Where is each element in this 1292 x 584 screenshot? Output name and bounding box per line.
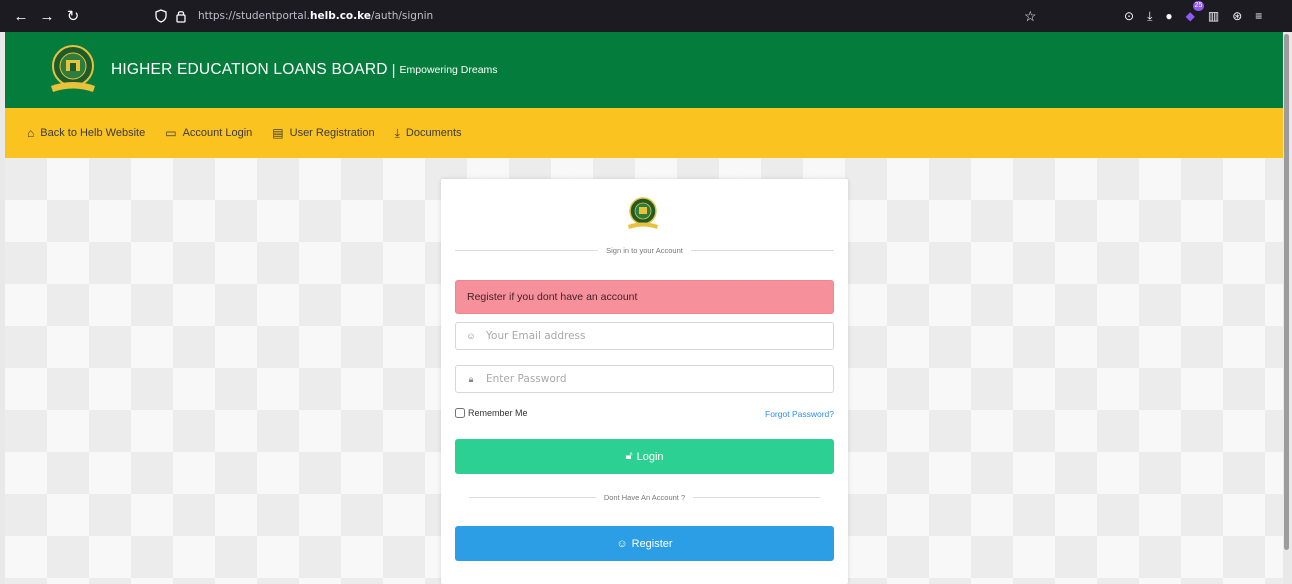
- login-label: Login: [636, 450, 664, 463]
- lock-icon: 🔒︎: [468, 373, 474, 384]
- menu-icon[interactable]: ≡: [1255, 9, 1262, 23]
- card-logo-icon: [628, 197, 658, 229]
- divider-line: [469, 497, 596, 498]
- document-icon: ▤: [272, 126, 284, 140]
- helb-logo-icon: [51, 45, 95, 92]
- unlock-icon: 🔓︎: [625, 450, 633, 462]
- remember-label: Remember Me: [468, 408, 528, 418]
- site-header: HIGHER EDUCATION LOANS BOARD | Empowerin…: [5, 32, 1283, 108]
- back-arrow-icon[interactable]: ←: [10, 8, 32, 25]
- no-account-text: Dont Have An Account ?: [603, 493, 686, 502]
- monitor-icon: ▭: [165, 126, 177, 140]
- extension-badge: 25: [1192, 1, 1205, 11]
- home-icon: ⌂: [27, 126, 35, 140]
- nav-user-registration[interactable]: ▤ User Registration: [272, 126, 374, 140]
- password-input[interactable]: [486, 367, 833, 391]
- user-icon: ☺: [466, 331, 476, 341]
- register-label: Register: [631, 537, 673, 550]
- nav-label: Back to Helb Website: [40, 127, 146, 139]
- divider-line: [455, 250, 599, 251]
- login-button[interactable]: 🔓︎ Login: [455, 439, 834, 474]
- nav-label: Account Login: [182, 127, 253, 139]
- remember-checkbox[interactable]: [455, 408, 465, 418]
- site-title: HIGHER EDUCATION LOANS BOARD: [111, 61, 388, 78]
- bookmark-star-icon[interactable]: ☆: [1024, 8, 1037, 25]
- toolbar-icons: ⊙ ⤓ ● ◆ 25 ▥ ⊛ ≡: [1124, 0, 1262, 32]
- account-icon[interactable]: ⊛: [1232, 9, 1242, 23]
- reload-icon[interactable]: ↻: [62, 7, 84, 25]
- password-field[interactable]: 🔒︎: [455, 365, 834, 393]
- nav-documents[interactable]: ⤓ Documents: [395, 126, 462, 141]
- remember-me[interactable]: Remember Me: [455, 408, 528, 418]
- url-bar[interactable]: https://studentportal.helb.co.ke/auth/si…: [154, 4, 433, 28]
- page-scrollbar[interactable]: [1284, 34, 1289, 550]
- divider-line: [690, 250, 834, 251]
- url-text[interactable]: https://studentportal.helb.co.ke/auth/si…: [198, 10, 433, 22]
- extension-dark-icon[interactable]: ●: [1165, 9, 1172, 23]
- download-toolbar-icon[interactable]: ⤓: [1147, 9, 1152, 24]
- no-account-divider: Dont Have An Account ?: [469, 493, 820, 502]
- nav-back-to-helb[interactable]: ⌂ Back to Helb Website: [27, 126, 145, 140]
- register-button[interactable]: ☺ Register: [455, 526, 834, 561]
- title-separator: |: [391, 61, 396, 79]
- nav-account-login[interactable]: ▭ Account Login: [165, 126, 252, 140]
- pocket-icon[interactable]: ⊙: [1124, 9, 1134, 23]
- nav-label: User Registration: [289, 127, 375, 139]
- forward-arrow-icon[interactable]: →: [36, 8, 58, 25]
- library-icon[interactable]: ▥: [1208, 9, 1219, 23]
- signin-divider: Sign in to your Account: [455, 246, 834, 255]
- email-field[interactable]: ☺: [455, 322, 834, 350]
- user-icon: ☺: [616, 537, 628, 550]
- browser-toolbar: ← → ↻ https://studentportal.helb.co.ke/a…: [0, 0, 1292, 32]
- divider-line: [693, 497, 820, 498]
- forgot-password-link[interactable]: Forgot Password?: [765, 409, 834, 419]
- download-icon: ⤓: [394, 125, 400, 140]
- register-alert: Register if you dont have an account: [455, 280, 834, 314]
- top-navigation: ⌂ Back to Helb Website ▭ Account Login ▤…: [5, 108, 1283, 158]
- login-card: Sign in to your Account Register if you …: [441, 179, 848, 584]
- lock-icon: [176, 11, 186, 23]
- email-input[interactable]: [486, 324, 833, 348]
- signin-heading: Sign in to your Account: [606, 246, 683, 255]
- alert-text: Register if you dont have an account: [467, 291, 638, 303]
- extension-purple-icon[interactable]: ◆ 25: [1186, 1, 1205, 23]
- shield-icon: [155, 9, 167, 23]
- site-tagline: Empowering Dreams: [399, 64, 498, 76]
- nav-label: Documents: [405, 127, 462, 139]
